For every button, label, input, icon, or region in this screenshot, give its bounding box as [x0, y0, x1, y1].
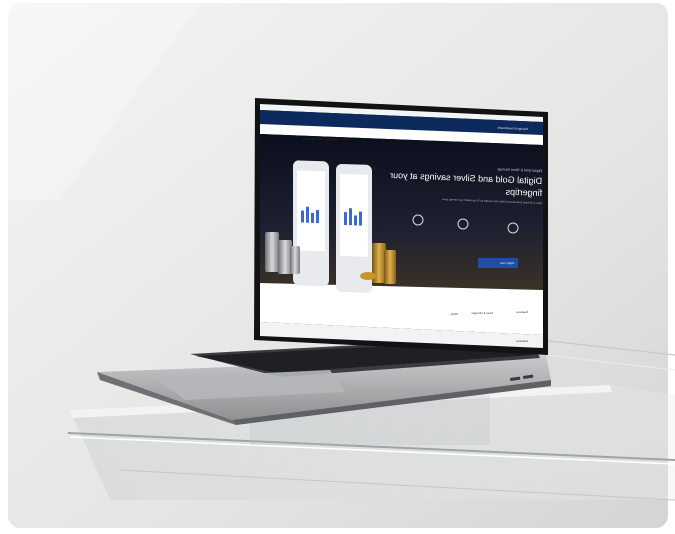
breadcrumb: Home > Investments > Digital Gold & Silv… — [302, 138, 348, 141]
tab-fees: Fees & Charges — [471, 311, 493, 315]
laptop-photo: Savings & Investments Digital Gold & Sil… — [0, 0, 675, 534]
tab-features: Features — [516, 310, 528, 314]
footer-label: Features — [516, 339, 528, 343]
tab-faqs: FAQs — [450, 312, 458, 316]
hero-headline-2: fingertips — [505, 187, 542, 198]
apply-button-label: Apply now — [499, 261, 514, 265]
